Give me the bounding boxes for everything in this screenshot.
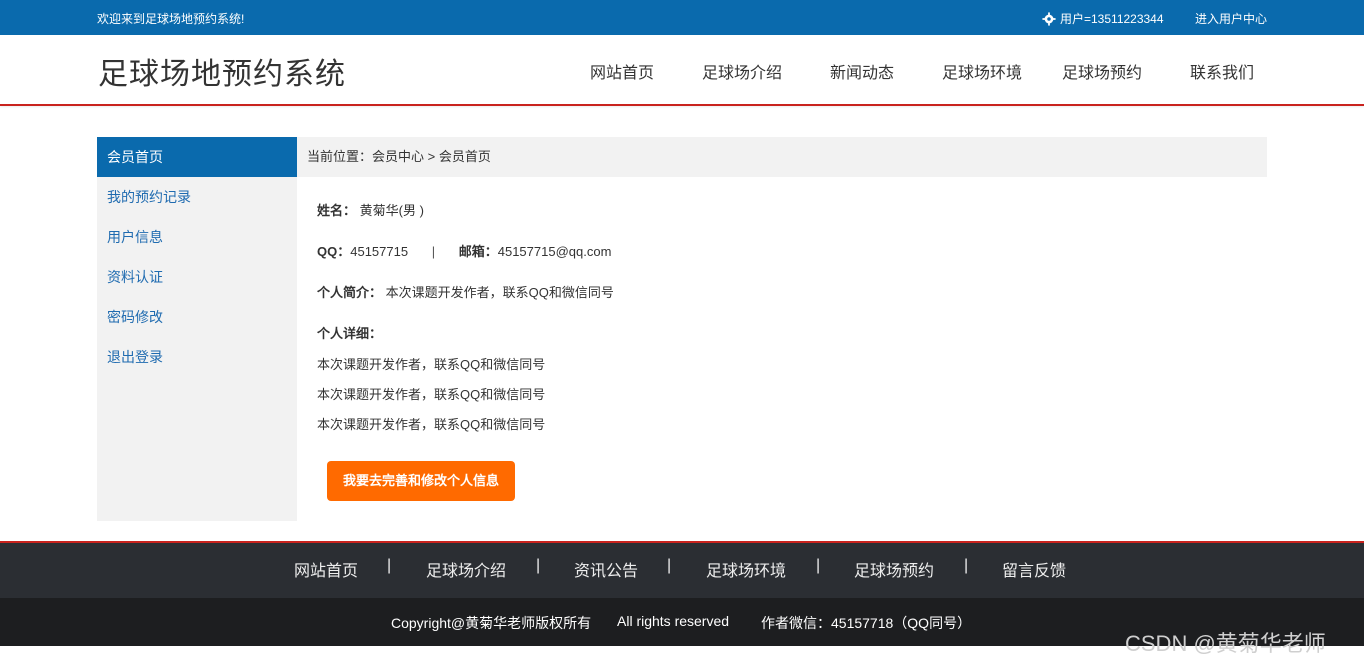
top-bar: 欢迎来到足球场地预约系统! 用户=13511223344 进入用户中心 [0,0,1364,35]
sidebar-item-verification[interactable]: 资料认证 [97,257,297,297]
name-row: 姓名： 黄菊华(男 ) [317,200,424,219]
copyright-text: Copyright@黄菊华老师版权所有 [391,615,592,631]
qq-label: QQ： [317,244,351,259]
site-header: 足球场地预约系统 网站首页 足球场介绍 新闻动态 足球场环境 足球场预约 联系我… [0,35,1364,106]
email-label: 邮箱： [458,244,498,259]
edit-profile-button[interactable]: 我要去完善和修改个人信息 [327,461,515,501]
intro-label: 个人简介： [317,285,383,300]
footer-nav-feedback[interactable]: 留言反馈 [1002,557,1066,581]
nav-environment[interactable]: 足球场环境 [942,59,1022,83]
nav-booking[interactable]: 足球场预约 [1062,59,1142,83]
user-phone: 用户=13511223344 [1060,12,1164,26]
detail-line: 本次课题开发作者，联系QQ和微信同号 [317,387,546,402]
detail-line: 本次课题开发作者，联系QQ和微信同号 [317,357,546,372]
user-info: 用户=13511223344 [1042,10,1164,27]
member-sidebar: 会员首页 我的预约记录 用户信息 资料认证 密码修改 退出登录 [97,137,297,521]
site-title: 足球场地预约系统 [98,58,346,91]
nav-contact[interactable]: 联系我们 [1190,59,1254,83]
rights-text: All rights reserved [617,613,730,629]
footer-separator: | [387,557,392,574]
detail-line: 本次课题开发作者，联系QQ和微信同号 [317,417,546,432]
nav-home[interactable]: 网站首页 [590,59,654,83]
name-label: 姓名： [317,203,357,218]
gear-icon [1042,11,1056,26]
breadcrumb: 当前位置：会员中心 > 会员首页 [297,137,1267,177]
intro-value: 本次课题开发作者，联系QQ和微信同号 [385,285,614,300]
sidebar-item-member-home[interactable]: 会员首页 [97,137,297,177]
csdn-watermark: CSDN @黄菊华老师 [1125,631,1326,656]
qq-value: 45157715 [350,244,409,259]
wechat-text: 作者微信：45157718（QQ同号） [761,615,972,631]
footer-separator: | [667,557,672,574]
contact-row: QQ：45157715 | 邮箱：45157715@qq.com [317,241,611,260]
footer-nav-home[interactable]: 网站首页 [294,557,358,581]
footer-nav-environment[interactable]: 足球场环境 [706,557,786,581]
intro-row: 个人简介： 本次课题开发作者，联系QQ和微信同号 [317,282,614,301]
sidebar-item-logout[interactable]: 退出登录 [97,337,297,377]
sidebar-item-booking-records[interactable]: 我的预约记录 [97,177,297,217]
sidebar-item-password[interactable]: 密码修改 [97,297,297,337]
welcome-text: 欢迎来到足球场地预约系统! [97,12,245,26]
detail-label: 个人详细： [317,326,383,341]
detail-label-row: 个人详细： [317,323,382,342]
footer-separator: | [964,557,969,574]
email-value: 45157715@qq.com [497,244,612,259]
sidebar-item-user-info[interactable]: 用户信息 [97,217,297,257]
footer-nav-booking[interactable]: 足球场预约 [854,557,934,581]
name-value: 黄菊华(男 ) [359,203,424,218]
footer-nav-announcements[interactable]: 资讯公告 [574,557,638,581]
footer-nav: 网站首页 | 足球场介绍 | 资讯公告 | 足球场环境 | 足球场预约 | 留言… [0,541,1364,598]
user-center-link[interactable]: 进入用户中心 [1195,10,1267,27]
contact-divider: | [431,244,436,259]
footer-separator: | [536,557,541,574]
footer-separator: | [816,557,821,574]
nav-field-intro[interactable]: 足球场介绍 [702,59,782,83]
footer-nav-field-intro[interactable]: 足球场介绍 [426,557,506,581]
nav-news[interactable]: 新闻动态 [830,59,894,83]
breadcrumb-text: 当前位置：会员中心 > 会员首页 [307,149,491,164]
